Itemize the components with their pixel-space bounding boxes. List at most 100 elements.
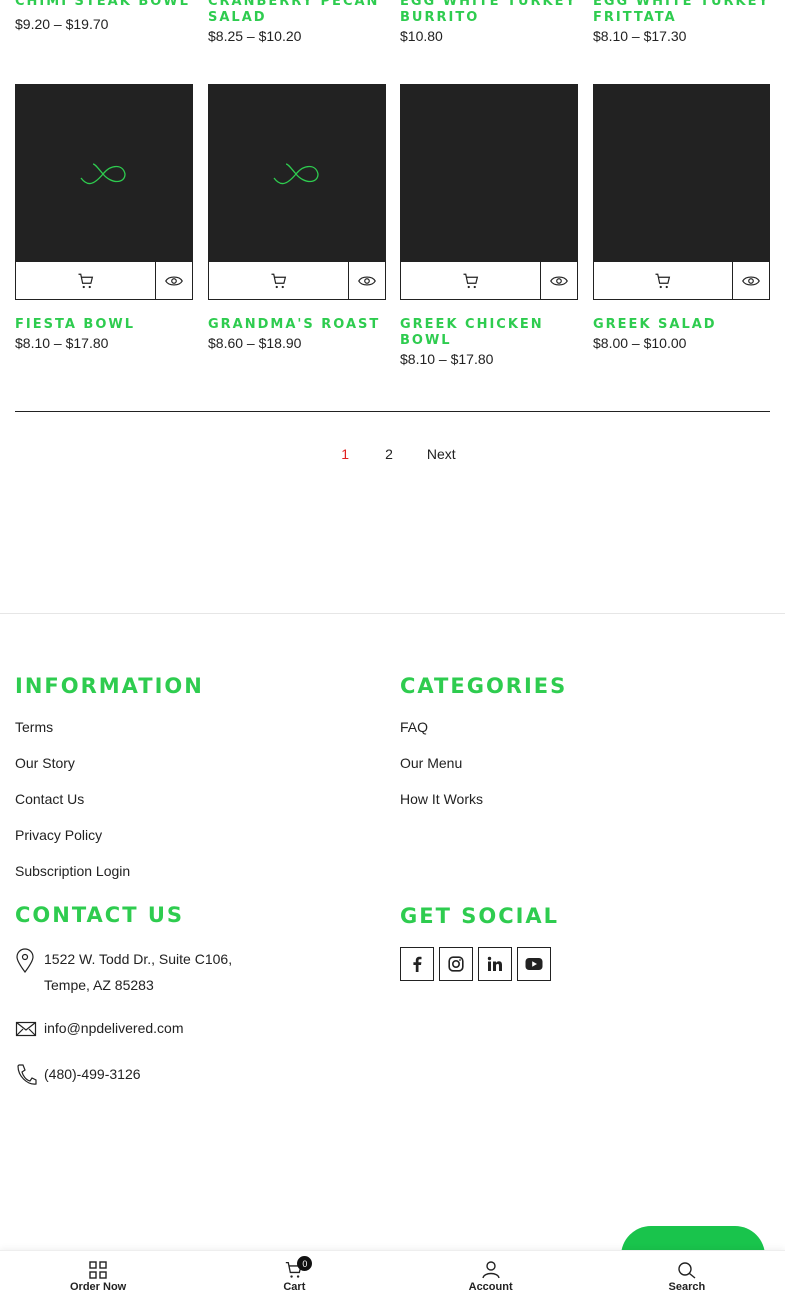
product-name[interactable]: EGG WHITE TURKEY BURRITO — [400, 0, 578, 26]
product-name[interactable]: FIESTA BOWL — [15, 317, 193, 333]
cart-count-badge: 0 — [297, 1256, 313, 1271]
footer-link-subscription-login[interactable]: Subscription Login — [15, 863, 130, 879]
eye-icon — [358, 275, 376, 286]
product-name[interactable]: CHIMI STEAK BOWL — [15, 0, 193, 10]
footer-social: GET SOCIAL — [400, 903, 559, 929]
footer-link-how-it-works[interactable]: How It Works — [400, 791, 483, 807]
account-nav[interactable]: Account — [393, 1251, 589, 1308]
footer-link-our-menu[interactable]: Our Menu — [400, 755, 462, 771]
cart-icon — [655, 273, 671, 288]
search-label: Search — [668, 1281, 706, 1293]
cart-icon — [271, 273, 286, 288]
next-page-link[interactable]: Next — [417, 446, 466, 462]
footer-divider — [0, 613, 785, 614]
order-now-label: Order Now — [70, 1281, 127, 1293]
product-card: FIESTA BOWL $8.10 – $17.80 — [15, 84, 193, 351]
page-1-link[interactable]: 1 — [331, 446, 359, 462]
add-to-cart-button[interactable] — [16, 262, 156, 299]
quick-view-button[interactable] — [156, 262, 192, 299]
youtube-icon — [525, 958, 543, 970]
product-name[interactable]: GREEK CHICKEN BOWL — [400, 317, 578, 349]
product-price: $8.25 – $10.20 — [208, 28, 302, 44]
footer-link-privacy-policy[interactable]: Privacy Policy — [15, 827, 102, 843]
product-price: $8.60 – $18.90 — [208, 335, 302, 351]
product-card: CHIMI STEAK BOWL $9.20 – $19.70 — [15, 0, 193, 32]
categories-heading: CATEGORIES — [400, 674, 568, 698]
product-image[interactable] — [208, 84, 386, 262]
footer-link-terms[interactable]: Terms — [15, 719, 53, 735]
order-now-nav[interactable]: Order Now — [0, 1251, 196, 1308]
cart-icon — [78, 273, 93, 288]
grid-icon — [89, 1261, 107, 1279]
cart-icon — [463, 273, 478, 288]
map-pin-icon — [15, 946, 41, 998]
product-name[interactable]: EGG WHITE TURKEY FRITTATA — [593, 0, 771, 26]
add-to-cart-button[interactable] — [401, 262, 541, 299]
quick-view-button[interactable] — [349, 262, 385, 299]
footer-link-contact-us[interactable]: Contact Us — [15, 791, 84, 807]
search-icon — [678, 1262, 696, 1279]
product-card: CRANBERRY PECAN SALAD $8.25 – $10.20 — [208, 0, 386, 44]
eye-icon — [165, 275, 183, 286]
eye-icon — [742, 275, 760, 286]
phone-icon — [15, 1061, 41, 1095]
product-image[interactable] — [400, 84, 578, 262]
linkedin-icon — [487, 956, 502, 971]
account-label: Account — [468, 1281, 513, 1293]
search-nav[interactable]: Search — [589, 1251, 785, 1308]
footer-link-faq[interactable]: FAQ — [400, 719, 428, 735]
page-2-link[interactable]: 2 — [375, 446, 403, 462]
information-heading: INFORMATION — [15, 674, 204, 698]
product-name[interactable]: GREEK SALAD — [593, 317, 770, 333]
contact-email: info@npdelivered.com — [15, 1015, 184, 1047]
product-card: GREEK SALAD $8.00 – $10.00 — [593, 84, 770, 351]
quick-view-button[interactable] — [733, 262, 769, 299]
section-divider — [15, 411, 770, 412]
address-line-1: 1522 W. Todd Dr., Suite C106, — [44, 951, 233, 967]
footer-categories: CATEGORIES FAQ Our Menu How It Works — [400, 673, 567, 825]
add-to-cart-button[interactable] — [209, 262, 349, 299]
product-image[interactable] — [593, 84, 770, 262]
quick-view-button[interactable] — [541, 262, 577, 299]
bottom-navigation: Order Now 0 Cart Account Search — [0, 1250, 785, 1308]
product-name[interactable]: CRANBERRY PECAN SALAD — [208, 0, 386, 26]
user-icon — [481, 1261, 500, 1279]
pagination: 1 2 Next — [0, 446, 785, 462]
product-card: EGG WHITE TURKEY BURRITO $10.80 — [400, 0, 578, 44]
product-name[interactable]: GRANDMA'S ROAST — [208, 317, 386, 333]
product-card: EGG WHITE TURKEY FRITTATA $8.10 – $17.30 — [593, 0, 771, 44]
phone-link[interactable]: (480)-499-3126 — [44, 1061, 141, 1095]
footer-information: INFORMATION Terms Our Story Contact Us P… — [15, 673, 204, 897]
cart-label: Cart — [283, 1281, 306, 1293]
footer-contact: CONTACT US — [15, 902, 184, 928]
social-links — [400, 947, 551, 981]
contact-phone: (480)-499-3126 — [15, 1061, 141, 1095]
contact-heading: CONTACT US — [15, 903, 185, 927]
product-price: $9.20 – $19.70 — [15, 16, 109, 32]
add-to-cart-button[interactable] — [594, 262, 733, 299]
contact-address: 1522 W. Todd Dr., Suite C106, Tempe, AZ … — [15, 946, 232, 998]
address-line-2: Tempe, AZ 85283 — [44, 977, 154, 993]
product-price: $8.10 – $17.30 — [593, 28, 687, 44]
facebook-icon — [413, 956, 422, 972]
facebook-button[interactable] — [400, 947, 434, 981]
social-heading: GET SOCIAL — [400, 904, 560, 928]
product-price: $8.10 – $17.80 — [400, 351, 494, 367]
envelope-icon — [15, 1015, 41, 1047]
product-price: $8.10 – $17.80 — [15, 335, 109, 351]
product-image[interactable] — [15, 84, 193, 262]
product-price: $10.80 — [400, 28, 443, 44]
product-card: GREEK CHICKEN BOWL $8.10 – $17.80 — [400, 84, 578, 367]
instagram-button[interactable] — [439, 947, 473, 981]
footer-link-our-story[interactable]: Our Story — [15, 755, 75, 771]
brand-logo-icon — [80, 163, 126, 185]
cart-nav[interactable]: 0 Cart — [196, 1251, 392, 1308]
product-card: GRANDMA'S ROAST $8.60 – $18.90 — [208, 84, 386, 351]
product-price: $8.00 – $10.00 — [593, 335, 687, 351]
eye-icon — [550, 275, 568, 286]
youtube-button[interactable] — [517, 947, 551, 981]
brand-logo-icon — [273, 163, 319, 185]
email-link[interactable]: info@npdelivered.com — [44, 1015, 184, 1047]
linkedin-button[interactable] — [478, 947, 512, 981]
instagram-icon — [448, 956, 464, 972]
